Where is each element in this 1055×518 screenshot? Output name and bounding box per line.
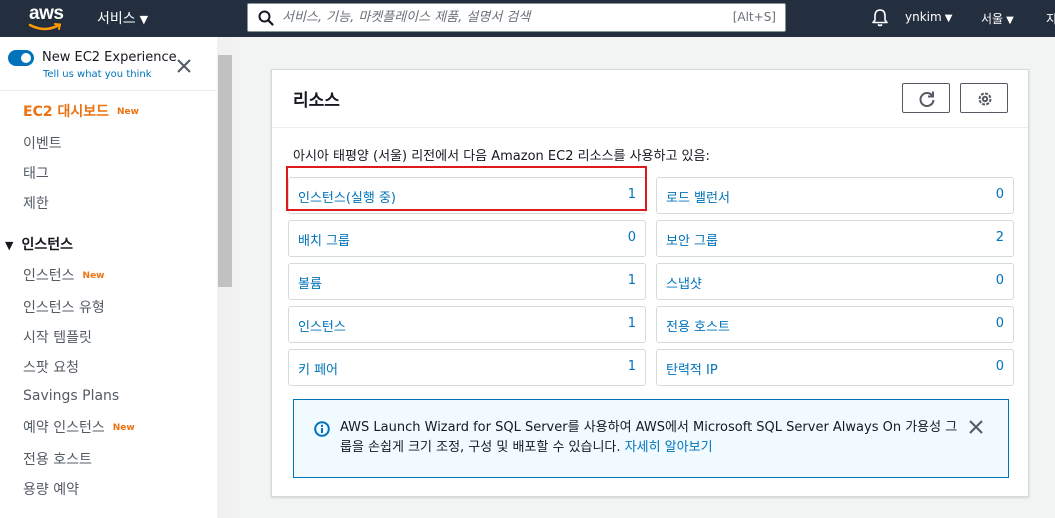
user-menu[interactable]: ynkim ▼ [905, 10, 952, 24]
feedback-link[interactable]: Tell us what you think [43, 69, 152, 80]
close-icon[interactable] [177, 59, 191, 73]
new-badge: New [112, 423, 135, 433]
resource-dedicated-hosts[interactable]: 전용 호스트 0 [656, 306, 1014, 343]
resource-count: 1 [627, 273, 636, 288]
resource-instances[interactable]: 인스턴스 1 [288, 306, 646, 343]
sidebar-item-instance-types[interactable]: 인스턴스 유형 [23, 297, 105, 317]
sidebar-scrollbar[interactable] [217, 37, 233, 518]
resource-elastic-ips[interactable]: 탄력적 IP 0 [656, 349, 1014, 386]
resource-label: 보안 그룹 [666, 234, 718, 249]
services-menu[interactable]: 서비스 ▼ [97, 8, 148, 28]
resource-count: 1 [627, 359, 636, 374]
resource-label: 로드 밸런서 [666, 191, 730, 206]
sidebar-section-label: 인스턴스 [21, 237, 73, 253]
aws-logo[interactable]: aws [28, 3, 68, 33]
panel-header: 리소스 [272, 70, 1028, 128]
notification-bell-icon[interactable] [871, 8, 889, 27]
resources-description: 아시아 태평양 (서울) 리전에서 다음 Amazon EC2 리소스를 사용하… [293, 149, 710, 164]
sidebar-item-capacity-reservations[interactable]: 용량 예약 [23, 479, 79, 499]
sidebar-item-reserved-instances[interactable]: 예약 인스턴스 New [23, 417, 135, 437]
services-label: 서비스 [97, 11, 136, 27]
resource-count: 0 [995, 359, 1004, 374]
new-experience-toggle[interactable] [8, 50, 34, 66]
sidebar-item-launch-templates[interactable]: 시작 템플릿 [23, 327, 92, 347]
sidebar-item-label: 인스턴스 [23, 268, 75, 284]
caret-down-icon: ▼ [944, 13, 953, 24]
caret-down-icon: ▼ [1006, 15, 1014, 26]
caret-down-icon: ▼ [139, 13, 149, 26]
user-name: ynkim [905, 10, 942, 24]
resource-label: 탄력적 IP [666, 363, 718, 378]
resource-volumes[interactable]: 볼륨 1 [288, 263, 646, 300]
sidebar-item-instances[interactable]: 인스턴스 New [23, 265, 104, 285]
resource-security-groups[interactable]: 보안 그룹 2 [656, 220, 1014, 257]
resources-panel: 리소스 아시아 태평양 (서울) 리전에서 다음 Amazon EC2 리소스를… [271, 69, 1029, 497]
info-icon [314, 421, 330, 437]
close-icon[interactable] [969, 420, 983, 434]
resource-snapshots[interactable]: 스냅샷 0 [656, 263, 1014, 300]
resource-count: 0 [995, 273, 1004, 288]
sidebar-item-limits[interactable]: 제한 [23, 193, 49, 213]
new-badge: New [82, 271, 105, 281]
sidebar-item-ec2-dashboard[interactable]: EC2 대시보드 New [23, 101, 139, 121]
search-icon [258, 10, 274, 26]
gear-icon [978, 92, 992, 106]
resource-count: 0 [995, 187, 1004, 202]
resource-count: 0 [995, 316, 1004, 331]
support-menu[interactable]: 지 [1046, 10, 1055, 27]
sidebar-item-dedicated-hosts[interactable]: 전용 호스트 [23, 449, 92, 469]
scrollbar-thumb[interactable] [218, 55, 232, 287]
region-label: 서울 [981, 12, 1004, 26]
info-text: AWS Launch Wizard for SQL Server를 사용하여 A… [340, 418, 960, 458]
sidebar-item-events[interactable]: 이벤트 [23, 133, 62, 153]
resource-label: 전용 호스트 [666, 320, 730, 335]
resource-count: 0 [627, 230, 636, 245]
settings-button[interactable] [960, 83, 1008, 113]
resource-label: 배치 그룹 [298, 234, 350, 249]
top-navigation: aws 서비스▼ [Alt+S] ynkim▼ 서울▼ 지 [0, 0, 1055, 37]
search-box[interactable]: [Alt+S] [247, 3, 786, 32]
learn-more-link[interactable]: 자세히 알아보기 [625, 440, 713, 455]
resource-label: 키 페어 [298, 363, 339, 378]
search-input[interactable] [282, 7, 702, 28]
sidebar-item-savings-plans[interactable]: Savings Plans [23, 388, 119, 404]
resource-label: 스냅샷 [666, 277, 702, 292]
resource-count: 1 [627, 316, 636, 331]
caret-down-icon: ▼ [5, 239, 14, 252]
info-banner: AWS Launch Wizard for SQL Server를 사용하여 A… [293, 399, 1009, 478]
aws-logo-text: aws [29, 3, 64, 24]
refresh-button[interactable] [902, 83, 950, 113]
toggle-knob [21, 53, 31, 63]
panel-title: 리소스 [293, 91, 340, 111]
resource-count: 2 [995, 230, 1004, 245]
sidebar: New EC2 Experience Tell us what you thin… [0, 37, 233, 518]
new-experience-toggle-row: New EC2 Experience Tell us what you thin… [0, 37, 217, 91]
region-selector[interactable]: 서울 ▼ [981, 10, 1014, 27]
new-experience-label: New EC2 Experience [42, 50, 177, 65]
aws-smile-icon [28, 23, 62, 31]
refresh-icon [919, 91, 935, 107]
resource-label: 인스턴스 [298, 320, 346, 335]
resource-count: 1 [627, 187, 636, 202]
resource-instances-running[interactable]: 인스턴스(실행 중) 1 [288, 177, 646, 214]
resource-load-balancers[interactable]: 로드 밸런서 0 [656, 177, 1014, 214]
resource-label: 볼륨 [298, 277, 322, 292]
resource-key-pairs[interactable]: 키 페어 1 [288, 349, 646, 386]
sidebar-item-spot-requests[interactable]: 스팟 요청 [23, 357, 79, 377]
sidebar-item-label: 예약 인스턴스 [23, 420, 105, 436]
resource-placement-groups[interactable]: 배치 그룹 0 [288, 220, 646, 257]
sidebar-section-instances[interactable]: ▼ 인스턴스 [5, 234, 73, 254]
sidebar-item-label: EC2 대시보드 [23, 104, 109, 120]
sidebar-item-tags[interactable]: 태그 [23, 163, 49, 183]
new-badge: New [116, 107, 139, 117]
search-shortcut-hint: [Alt+S] [732, 10, 776, 24]
resource-label: 인스턴스(실행 중) [298, 191, 396, 206]
